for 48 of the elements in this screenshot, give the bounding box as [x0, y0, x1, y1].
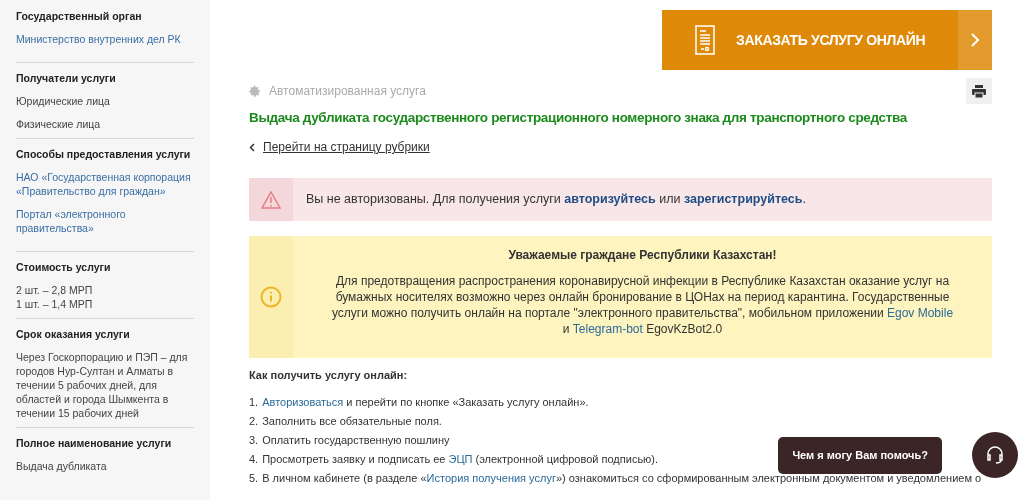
headset-icon	[985, 445, 1005, 465]
sidebar-text: Выдача дубликата	[16, 459, 108, 473]
sidebar-text: 2 шт. – 2,8 МРП	[16, 283, 94, 297]
sidebar-link[interactable]: НАО «Государственная корпорация «Правительство для граждан»	[16, 170, 194, 198]
step-number: 1.	[249, 394, 259, 410]
document-icon	[694, 25, 716, 55]
chevron-icon	[958, 10, 992, 70]
text-link[interactable]: авторизуйтесь	[564, 192, 656, 207]
text-link[interactable]: История получения услуг	[426, 471, 556, 484]
print-button[interactable]	[966, 78, 992, 104]
notice-heading: Уважаемые граждане Республики Казахстан!	[507, 247, 778, 264]
back-link[interactable]: Перейти на страницу рубрики	[263, 138, 430, 157]
howto-heading: Как получить услугу онлайн:	[249, 368, 409, 384]
section-title: Получатели услуги	[16, 71, 117, 85]
sidebar-link[interactable]: Министерство внутренних дел РК	[16, 32, 194, 46]
section-title: Срок оказания услуги	[16, 327, 131, 341]
gear-icon	[249, 85, 261, 97]
text-link[interactable]: Авторизоваться	[262, 395, 344, 408]
support-chat-button[interactable]	[972, 432, 1018, 478]
sidebar-link[interactable]: Портал «электронного правительства»	[16, 207, 194, 235]
section-title: Государственный орган	[16, 9, 143, 23]
notice-text: Для предотвращения распространения коронавирусной инфекции в Республике Казахстан оказание услуг на бумажных носителях возможно через онлайн бронирование в ЦОНах на период карантина. Государственные услуги можно получить онлайн на портале "электронного правительства", мобильном приложении Egov Mobile и Telegram-bot EgovKzBot2.0	[330, 273, 955, 338]
info-icon	[260, 286, 282, 309]
step-text: Просмотреть заявку и подписать ее ЭЦП (электронной цифровой подписью).	[262, 451, 659, 467]
printer-icon	[972, 84, 986, 98]
sidebar-text: 1 шт. – 1,4 МРП	[16, 297, 94, 311]
sidebar-text: Юридические лица	[16, 94, 111, 108]
warning-icon	[261, 190, 281, 209]
step-number: 5.	[249, 470, 259, 486]
step-number: 3.	[249, 432, 259, 448]
sidebar-text: Физические лица	[16, 117, 102, 131]
step-text: Авторизоваться и перейти по кнопке «Заказать услугу онлайн».	[262, 394, 589, 410]
service-type-label: Автоматизированная услуга	[269, 83, 427, 100]
text-link[interactable]: Egov Mobile	[887, 306, 954, 321]
step-number: 2.	[249, 413, 259, 429]
text-link[interactable]: Telegram-bot	[572, 322, 643, 337]
sidebar-text: Через Госкорпорацию и ПЭП – для городов Нур-Султан и Алматы в течении 5 рабочих дней, для областей и города Шымкента в течении 15 рабочих дней	[16, 350, 189, 420]
step-number: 4.	[249, 451, 259, 467]
chevron-left-icon	[249, 142, 255, 152]
chat-prompt-bubble[interactable]: Чем я могу Вам помочь?	[778, 436, 942, 474]
step-text: Оплатить государственную пошлину	[262, 432, 450, 448]
section-title: Способы предоставления услуги	[16, 147, 192, 161]
section-title: Полное наименование услуги	[16, 436, 173, 450]
auth-message: Вы не авторизованы. Для получения услуги авторизуйтесь или зарегистрируйтесь.	[306, 191, 806, 209]
service-title: Выдача дубликата государственного регистрационного номерного знака для транспортного средства	[249, 109, 909, 127]
step-text: Заполнить все обязательные поля.	[262, 413, 442, 429]
text-link[interactable]: ЭЦП	[448, 452, 473, 465]
section-title: Стоимость услуги	[16, 260, 112, 274]
